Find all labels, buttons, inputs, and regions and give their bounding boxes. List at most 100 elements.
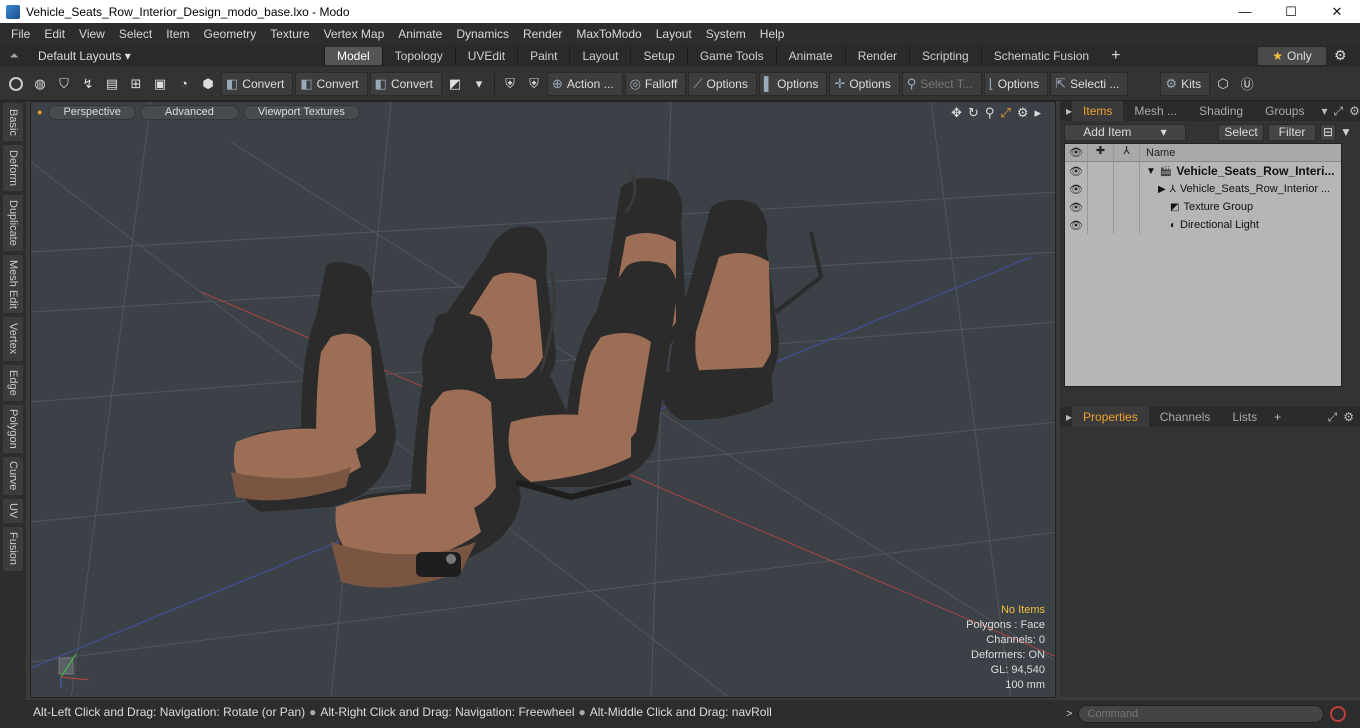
tab-items[interactable]: Items — [1072, 101, 1124, 121]
tab-uvedit[interactable]: UVEdit — [454, 47, 517, 65]
maximize-button[interactable]: ☐ — [1268, 0, 1314, 23]
vertex-mode-icon[interactable] — [6, 74, 26, 94]
tab-game-tools[interactable]: Game Tools — [686, 47, 776, 65]
add-tab-button[interactable]: + — [1101, 47, 1130, 65]
panel-settings-icon[interactable]: ⚙ — [1343, 410, 1354, 424]
menu-file[interactable]: File — [4, 23, 37, 45]
filter-button[interactable]: Filter — [1268, 123, 1316, 141]
menu-render[interactable]: Render — [516, 23, 569, 45]
tab-render[interactable]: Render — [844, 47, 909, 65]
default-layouts-dropdown[interactable]: Default Layouts ▾ — [28, 49, 324, 63]
tab-channels[interactable]: Channels — [1149, 407, 1222, 427]
menu-item[interactable]: Item — [159, 23, 196, 45]
command-input[interactable] — [1078, 705, 1325, 723]
convert-button-3[interactable]: ◧ Convert — [369, 71, 442, 96]
eye-icon[interactable]: 👁 — [1065, 165, 1087, 178]
tab-shading[interactable]: Shading — [1188, 101, 1254, 121]
perspective-dropdown[interactable]: Perspective — [48, 104, 136, 120]
funnel-icon[interactable]: ▼ — [1340, 125, 1352, 139]
tab-paint[interactable]: Paint — [517, 47, 569, 65]
expand-panel-icon[interactable]: ⤢ — [1334, 104, 1344, 119]
tab-mesh-edit[interactable]: Mesh Edit — [3, 255, 23, 313]
workplane-options-button[interactable]: ✛ Options — [829, 71, 900, 96]
tab-uv[interactable]: UV — [3, 499, 23, 523]
viewport-menu-dot[interactable]: ● — [35, 107, 44, 117]
tab-groups[interactable]: Groups — [1254, 101, 1315, 121]
pan-icon[interactable]: ✥ — [951, 105, 962, 121]
polygon-mode-icon[interactable]: ⛉ — [54, 74, 74, 94]
add-tab-icon[interactable]: + — [1274, 410, 1281, 424]
menu-view[interactable]: View — [72, 23, 112, 45]
tab-curve[interactable]: Curve — [3, 457, 23, 495]
tab-basic[interactable]: Basic — [3, 103, 23, 141]
shield-icon[interactable]: ⬢ — [198, 74, 218, 94]
expand-arrow-icon[interactable]: ▼ — [1146, 166, 1156, 177]
eye-icon[interactable]: 👁 — [1065, 183, 1087, 196]
tab-scripting[interactable]: Scripting — [909, 47, 981, 65]
auto-mode-icon[interactable]: ◔ — [174, 74, 194, 94]
viewport-expand-icon[interactable]: ▸ — [1034, 105, 1041, 121]
snapping-icon[interactable]: ⛨ — [524, 74, 544, 94]
viewport-textures-dropdown[interactable]: Viewport Textures — [242, 104, 360, 120]
convert-button-2[interactable]: ◧ Convert — [295, 71, 368, 96]
seat-rear-right[interactable] — [660, 199, 824, 421]
menu-select[interactable]: Select — [112, 23, 159, 45]
tab-topology[interactable]: Topology — [381, 47, 455, 65]
unity-icon[interactable]: ⬡ — [1213, 74, 1233, 94]
material-mode-icon[interactable]: ▤ — [102, 74, 122, 94]
viewport-settings-icon[interactable]: ⚙ — [1017, 105, 1029, 121]
panel-settings-icon[interactable]: ⚙ — [1349, 104, 1360, 118]
center-mode-icon[interactable]: ⊞ — [126, 74, 146, 94]
seat-front-left[interactable] — [231, 262, 396, 512]
minimize-button[interactable]: — — [1222, 0, 1268, 23]
snap-options-button[interactable]: ▌ Options — [758, 71, 828, 96]
menu-layout[interactable]: Layout — [649, 23, 699, 45]
close-button[interactable]: ✕ — [1314, 0, 1360, 23]
menu-help[interactable]: Help — [753, 23, 792, 45]
menu-geometry[interactable]: Geometry — [197, 23, 264, 45]
item-mode-icon[interactable]: ↯ — [78, 74, 98, 94]
collapse-arrow-icon[interactable]: ▶ — [1158, 184, 1166, 195]
eye-icon[interactable]: 👁 — [1065, 201, 1087, 214]
add-item-button[interactable]: Add Item ▾ — [1064, 123, 1186, 141]
tab-mesh[interactable]: Mesh ... — [1123, 101, 1188, 121]
zoom-icon[interactable]: ⚲ — [985, 105, 995, 121]
only-toggle[interactable]: ★ Only — [1258, 47, 1326, 65]
list-item[interactable]: 👁 ◐ Directional Light — [1065, 216, 1341, 234]
tab-properties[interactable]: Properties — [1072, 407, 1149, 427]
tab-polygon[interactable]: Polygon — [3, 405, 23, 453]
tab-lists[interactable]: Lists — [1221, 407, 1268, 427]
pivot-mode-icon[interactable]: ▣ — [150, 74, 170, 94]
tab-layout[interactable]: Layout — [569, 47, 630, 65]
tab-schematic-fusion[interactable]: Schematic Fusion — [980, 47, 1101, 65]
fit-icon[interactable]: ⤢ — [1000, 105, 1010, 121]
symmetry-icon[interactable]: ⛨ — [500, 74, 520, 94]
menu-edit[interactable]: Edit — [37, 23, 72, 45]
gear-icon[interactable]: ⚙ — [1334, 47, 1347, 64]
list-item[interactable]: 👁 ▶ ⅄ Vehicle_Seats_Row_Interior ... — [1065, 180, 1341, 198]
chevron-down-icon[interactable]: ▾ — [1321, 104, 1327, 118]
eye-icon[interactable]: 👁 — [1065, 219, 1087, 232]
edge-mode-icon[interactable]: ◍ — [30, 74, 50, 94]
command-history-arrow-icon[interactable]: > — [1066, 708, 1072, 720]
tab-model[interactable]: Model — [324, 47, 382, 65]
stop-icon[interactable] — [1330, 706, 1347, 722]
rotate-icon[interactable]: ↻ — [968, 105, 979, 121]
3d-viewport[interactable]: ● Perspective Advanced Viewport Textures… — [30, 101, 1056, 698]
tab-fusion[interactable]: Fusion — [3, 527, 23, 571]
kits-button[interactable]: ⚙ Kits — [1160, 71, 1211, 96]
chevron-down-icon[interactable]: ▾ — [469, 74, 489, 94]
tab-duplicate[interactable]: Duplicate — [3, 195, 23, 251]
advanced-dropdown[interactable]: Advanced — [139, 104, 239, 120]
select-through-button[interactable]: ⚲ Select T... — [901, 71, 982, 96]
selection-sets-button[interactable]: ⇱ Selecti ... — [1050, 71, 1129, 96]
menu-system[interactable]: System — [699, 23, 753, 45]
unreal-icon[interactable]: Ⓤ — [1237, 74, 1257, 94]
expand-panel-icon[interactable]: ⤢ — [1328, 410, 1338, 425]
menu-dynamics[interactable]: Dynamics — [449, 23, 516, 45]
menu-texture[interactable]: Texture — [263, 23, 316, 45]
pin-icon[interactable]: ⏶ — [0, 50, 28, 63]
action-center-button[interactable]: ⊕ Action ... — [546, 71, 623, 96]
select-button[interactable]: Select — [1218, 123, 1264, 141]
convert-button-1[interactable]: ◧ Convert — [221, 71, 294, 96]
